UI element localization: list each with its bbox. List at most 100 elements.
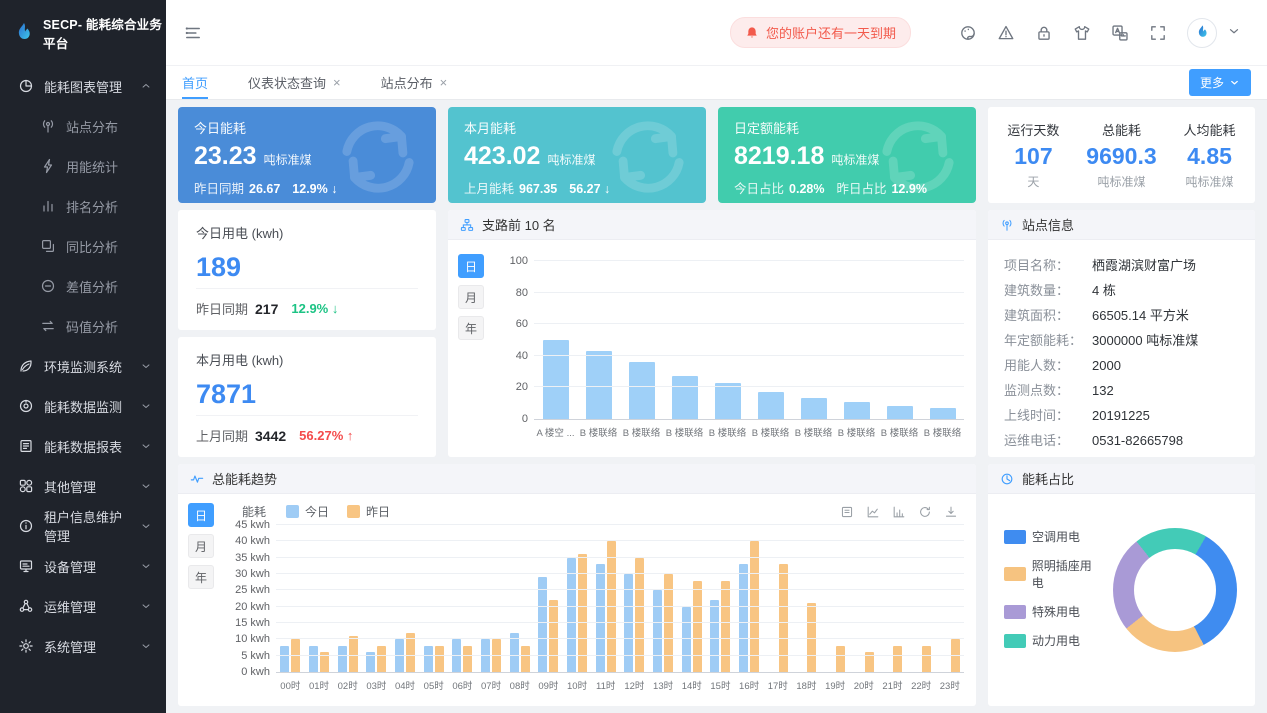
trend-xlabel: 02时	[333, 673, 362, 692]
sidebar-item-0-1[interactable]: 用能统计	[0, 146, 166, 186]
site-row-value: 20191225	[1092, 406, 1150, 425]
ratio-legend-2[interactable]: 特殊用电	[1004, 603, 1103, 620]
trend-bar-昨日	[693, 581, 702, 672]
warning-icon[interactable]	[997, 24, 1015, 42]
sidebar-group-7[interactable]: 运维管理	[0, 586, 166, 626]
usage-pct: 56.27% ↑	[299, 428, 353, 443]
trend-xlabel: 03时	[362, 673, 391, 692]
tab-0[interactable]: 首页	[182, 66, 208, 99]
branch-toggle-0[interactable]: 日	[458, 254, 484, 278]
theme-icon[interactable]	[1073, 24, 1091, 42]
branch-toggle-2[interactable]: 年	[458, 316, 484, 340]
branch-top10-panel: 支路前 10 名 日月年 020406080100A 楼空 ...B 楼联络B …	[448, 210, 976, 457]
trend-xlabel: 15时	[706, 673, 735, 692]
sidebar-item-0-0[interactable]: 站点分布	[0, 106, 166, 146]
stat-item-2: 人均能耗4.85吨标准煤	[1184, 120, 1236, 190]
tab-close-icon[interactable]: ×	[440, 75, 448, 90]
palette-icon[interactable]	[959, 24, 977, 42]
trend-bar-昨日	[721, 581, 730, 672]
kpi-value: 23.23	[194, 142, 257, 171]
chevron-down-icon	[140, 440, 152, 452]
kpi-meta-value: 967.35	[519, 182, 557, 196]
sidebar-group-label: 其他管理	[44, 477, 96, 496]
trend-xlabel: 18时	[792, 673, 821, 692]
branch-xlabel: B 楼联络	[663, 420, 706, 439]
branch-xlabel: B 楼联络	[921, 420, 964, 439]
antenna-icon	[40, 118, 56, 134]
sidebar-menu: 能耗图表管理站点分布用能统计排名分析同比分析差值分析码值分析环境监测系统能耗数据…	[0, 66, 166, 666]
branch-bar	[930, 408, 956, 419]
trend-ytick: 25 kwh	[224, 584, 270, 596]
branch-ytick: 0	[492, 413, 528, 425]
ratio-legend-3[interactable]: 动力用电	[1004, 632, 1103, 649]
toolbox-linechart-icon[interactable]	[866, 505, 880, 519]
tab-2[interactable]: 站点分布×	[381, 66, 448, 99]
trend-legend: 今日 昨日	[286, 503, 390, 520]
sidebar-item-0-2[interactable]: 排名分析	[0, 186, 166, 226]
language-icon[interactable]	[1111, 24, 1129, 42]
more-button[interactable]: 更多	[1189, 69, 1251, 96]
trend-xlabel: 16时	[735, 673, 764, 692]
sidebar-group-8[interactable]: 系统管理	[0, 626, 166, 666]
stat-value: 4.85	[1184, 143, 1236, 170]
tab-1[interactable]: 仪表状态查询×	[248, 66, 341, 99]
pulse-icon	[190, 472, 204, 486]
site-info-row-0: 项目名称：栖霞湖滨财富广场	[1004, 256, 1239, 275]
sidebar-group-1[interactable]: 环境监测系统	[0, 346, 166, 386]
legend-swatch	[1004, 567, 1026, 581]
sidebar-group-4[interactable]: 其他管理	[0, 466, 166, 506]
top-header: 您的账户还有一天到期	[166, 0, 1267, 66]
collapse-menu-icon[interactable]	[184, 24, 202, 42]
sidebar-item-label: 用能统计	[66, 157, 118, 176]
toolbox-dataview-icon[interactable]	[840, 505, 854, 519]
chevron-down-icon	[140, 480, 152, 492]
toolbox-barchart-icon[interactable]	[892, 505, 906, 519]
trend-legend-昨日[interactable]: 昨日	[347, 503, 390, 520]
toolbox-refresh-icon[interactable]	[918, 505, 932, 519]
toolbox-download-icon[interactable]	[944, 505, 958, 519]
sidebar-item-0-4[interactable]: 差值分析	[0, 266, 166, 306]
kpi-meta-value: 0.28%	[789, 182, 824, 196]
site-row-label: 运维电话：	[1004, 431, 1092, 450]
trend-bar-昨日	[779, 564, 788, 672]
sidebar-group-5[interactable]: 租户信息维护管理	[0, 506, 166, 546]
grid-icon	[18, 478, 34, 494]
trend-xlabel: 17时	[763, 673, 792, 692]
sidebar-item-0-5[interactable]: 码值分析	[0, 306, 166, 346]
branch-toggle-1[interactable]: 月	[458, 285, 484, 309]
usage-meta-value: 3442	[255, 428, 286, 444]
site-row-value: 0531-82665798	[1092, 431, 1183, 450]
trend-toggle-1[interactable]: 月	[188, 534, 214, 558]
trend-legend-今日[interactable]: 今日	[286, 503, 329, 520]
trend-xlabel: 04时	[391, 673, 420, 692]
sidebar-group-2[interactable]: 能耗数据监测	[0, 386, 166, 426]
branch-bar	[672, 376, 698, 419]
tab-close-icon[interactable]: ×	[333, 75, 341, 90]
sidebar-item-0-3[interactable]: 同比分析	[0, 226, 166, 266]
trend-bar-昨日	[549, 600, 558, 672]
sidebar-group-0[interactable]: 能耗图表管理	[0, 66, 166, 106]
ops-icon	[18, 598, 34, 614]
pie-chart-icon	[18, 78, 34, 94]
lock-icon[interactable]	[1035, 24, 1053, 42]
stat-label: 运行天数	[1007, 120, 1059, 139]
ratio-legend: 空调用电照明插座用电特殊用电动力用电	[1004, 528, 1103, 649]
trend-panel-title: 总能耗趋势	[212, 469, 277, 488]
sidebar-item-label: 排名分析	[66, 197, 118, 216]
sidebar-group-3[interactable]: 能耗数据报表	[0, 426, 166, 466]
sidebar-group-6[interactable]: 设备管理	[0, 546, 166, 586]
trend-toggle-2[interactable]: 年	[188, 565, 214, 589]
fullscreen-icon[interactable]	[1149, 24, 1167, 42]
site-info-row-2: 建筑面积：66505.14 平方米	[1004, 306, 1239, 325]
account-expiry-alert[interactable]: 您的账户还有一天到期	[730, 17, 911, 48]
main-area: 您的账户还有一天到期 首页仪表状态查询×站点分布× 更多 今日能耗23.23吨标…	[166, 0, 1267, 713]
ratio-legend-1[interactable]: 照明插座用电	[1004, 557, 1103, 591]
trend-axis-name: 能耗	[242, 503, 266, 520]
trend-chart-main: 能耗 今日昨日 0 kwh5 kwh10 kwh15 kwh20 kwh25 k…	[224, 503, 964, 706]
site-row-label: 年定额能耗：	[1004, 331, 1092, 350]
ratio-legend-0[interactable]: 空调用电	[1004, 528, 1103, 545]
trend-toggle-0[interactable]: 日	[188, 503, 214, 527]
trend-bar-昨日	[922, 646, 931, 672]
avatar[interactable]	[1187, 18, 1217, 48]
chevron-down-icon[interactable]	[1227, 24, 1245, 42]
